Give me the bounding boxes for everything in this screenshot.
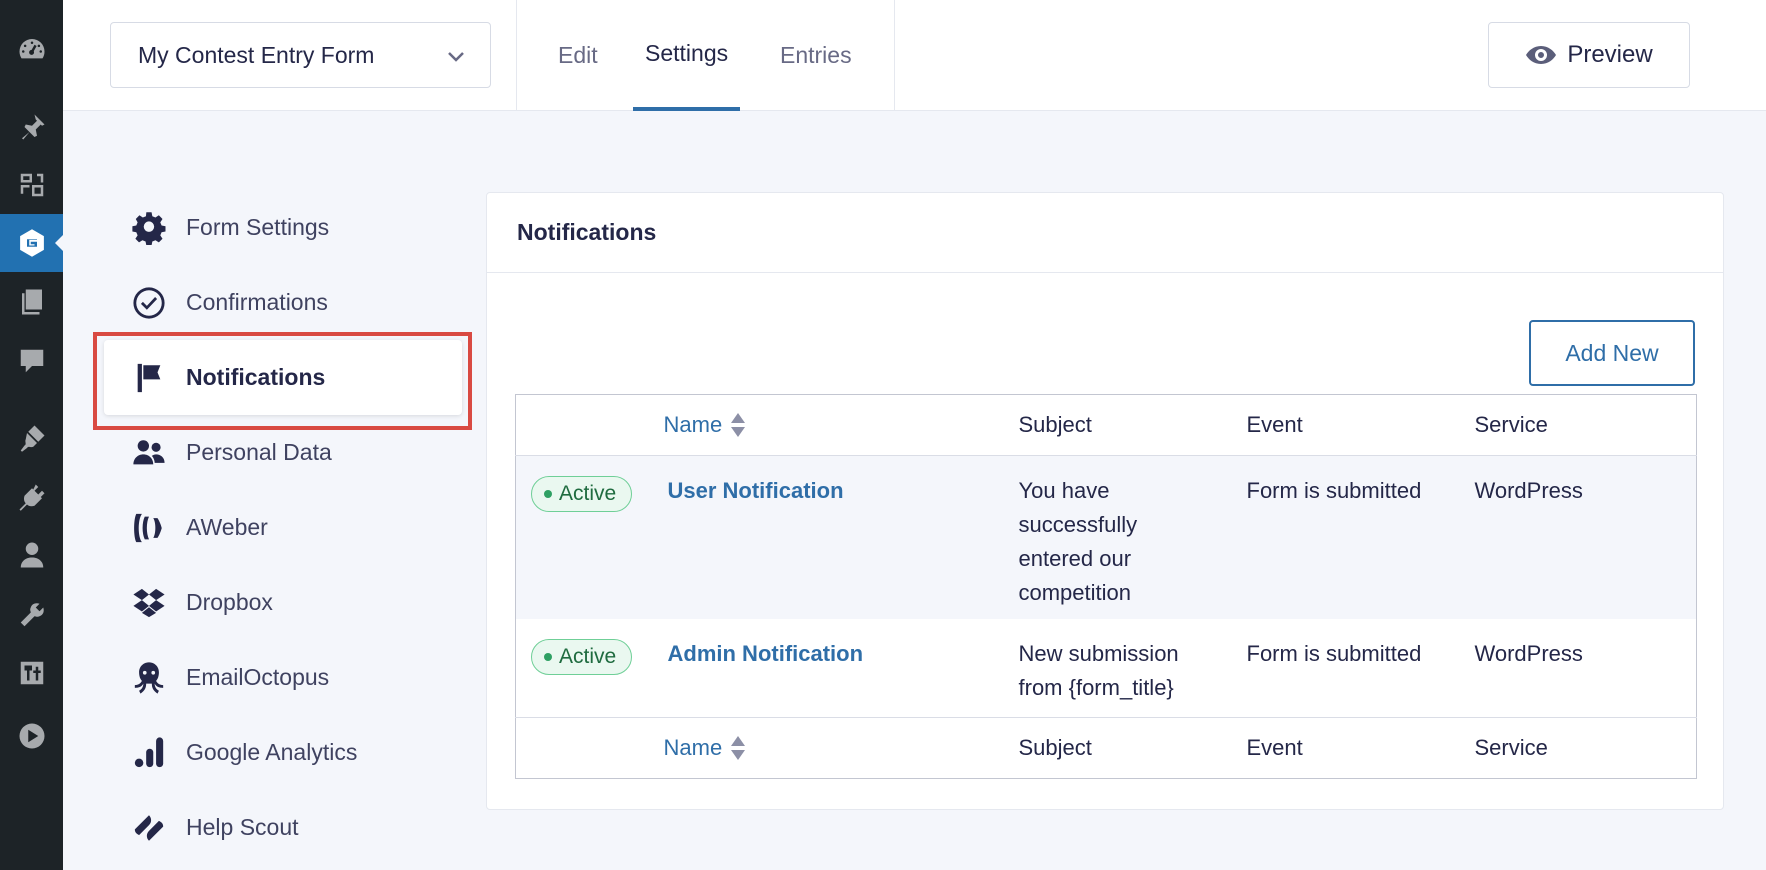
- table-row: Active Admin Notification New submission…: [516, 619, 1697, 718]
- tab-entries[interactable]: Entries: [768, 0, 864, 111]
- octopus-icon: [131, 660, 167, 696]
- column-subject: Subject: [1018, 412, 1092, 437]
- wp-admin-sidebar: [0, 0, 63, 870]
- column-service: Service: [1474, 735, 1548, 760]
- notification-subject: You have successfully entered our compet…: [1018, 478, 1138, 605]
- header-divider: [516, 0, 517, 111]
- column-name[interactable]: Name: [664, 395, 1019, 456]
- nav-item-emailoctopus[interactable]: EmailOctopus: [93, 640, 473, 715]
- gravity-forms-icon[interactable]: [0, 214, 63, 272]
- plugins-icon[interactable]: [0, 472, 63, 522]
- table-row: Active User Notification You have succes…: [515, 455, 1697, 619]
- add-new-button[interactable]: Add New: [1529, 320, 1695, 386]
- nav-item-label: Google Analytics: [186, 739, 358, 765]
- chevron-down-icon: [444, 44, 468, 68]
- nav-item-label: Form Settings: [186, 214, 330, 240]
- notification-service: WordPress: [1474, 478, 1583, 503]
- preview-button[interactable]: Preview: [1488, 22, 1690, 88]
- sort-icon[interactable]: [730, 411, 746, 439]
- nav-item-aweber[interactable]: AWeber: [93, 490, 473, 565]
- column-event: Event: [1246, 412, 1303, 437]
- top-bar: My Contest Entry Form Edit Settings Entr…: [63, 0, 1766, 111]
- aweber-icon: [131, 510, 167, 546]
- nav-item-google-analytics[interactable]: Google Analytics: [93, 715, 473, 790]
- tab-edit[interactable]: Edit: [546, 0, 610, 111]
- notification-event: Form is submitted: [1246, 478, 1422, 503]
- column-event: Event: [1246, 735, 1303, 760]
- column-subject: Subject: [1018, 735, 1092, 760]
- nav-item-label: Help Scout: [186, 814, 299, 840]
- status-badge[interactable]: Active: [531, 476, 633, 512]
- check-circle-icon: [131, 285, 167, 321]
- flag-icon: [131, 360, 167, 396]
- status-dot: [544, 652, 552, 661]
- form-selector-label: My Contest Entry Form: [138, 41, 375, 68]
- notifications-panel: Notifications Add New Name Subject Event…: [486, 192, 1724, 810]
- helpscout-icon: [131, 810, 167, 846]
- tab-settings[interactable]: Settings: [633, 0, 741, 111]
- eye-icon: [1526, 46, 1557, 64]
- pin-icon[interactable]: [0, 102, 63, 152]
- table-header-row: Name Subject Event Service: [515, 395, 1697, 456]
- table-footer-row: Name Subject Event Service: [515, 717, 1697, 779]
- notification-subject: New submission from {form_title}: [1018, 640, 1179, 700]
- nav-item-notifications[interactable]: Notifications: [104, 340, 462, 415]
- nav-item-confirmations[interactable]: Confirmations: [93, 265, 473, 340]
- status-badge[interactable]: Active: [531, 638, 633, 675]
- dashboard-icon[interactable]: [0, 24, 63, 74]
- settings-icon[interactable]: [0, 648, 63, 698]
- notification-name-link[interactable]: User Notification: [668, 474, 844, 508]
- appearance-icon[interactable]: [0, 413, 63, 463]
- users-icon: [131, 435, 167, 471]
- form-selector[interactable]: My Contest Entry Form: [110, 22, 491, 88]
- nav-item-label: Confirmations: [186, 289, 328, 315]
- header-divider: [894, 0, 895, 111]
- analytics-icon: [131, 735, 167, 771]
- column-name[interactable]: Name: [664, 718, 1019, 779]
- column-service: Service: [1474, 412, 1548, 437]
- nav-item-label: Dropbox: [186, 589, 273, 615]
- notifications-table: Name Subject Event Service Active User N…: [515, 394, 1697, 779]
- tools-icon[interactable]: [0, 590, 63, 640]
- nav-item-label: AWeber: [186, 514, 268, 540]
- dropbox-icon: [131, 585, 167, 621]
- media-icon[interactable]: [0, 160, 63, 210]
- notification-event: Form is submitted: [1246, 640, 1422, 666]
- nav-item-label: EmailOctopus: [186, 664, 330, 690]
- pages-icon[interactable]: [0, 277, 63, 327]
- status-dot: [544, 490, 552, 498]
- nav-item-label: Notifications: [186, 364, 326, 390]
- panel-title: Notifications: [487, 193, 1723, 273]
- notification-service: WordPress: [1474, 640, 1583, 666]
- sort-icon[interactable]: [730, 734, 746, 762]
- nav-item-label: Personal Data: [186, 439, 332, 465]
- play-icon[interactable]: [0, 711, 63, 761]
- nav-item-form-settings[interactable]: Form Settings: [93, 190, 473, 265]
- nav-item-dropbox[interactable]: Dropbox: [93, 565, 473, 640]
- notification-name-link[interactable]: Admin Notification: [668, 637, 864, 671]
- nav-item-help-scout[interactable]: Help Scout: [93, 790, 473, 865]
- preview-label: Preview: [1567, 41, 1653, 68]
- comments-icon[interactable]: [0, 336, 63, 386]
- settings-nav: Form Settings Confirmations Notification…: [93, 190, 473, 865]
- gear-icon: [131, 210, 167, 246]
- users-icon[interactable]: [0, 530, 63, 580]
- nav-item-personal-data[interactable]: Personal Data: [93, 415, 473, 490]
